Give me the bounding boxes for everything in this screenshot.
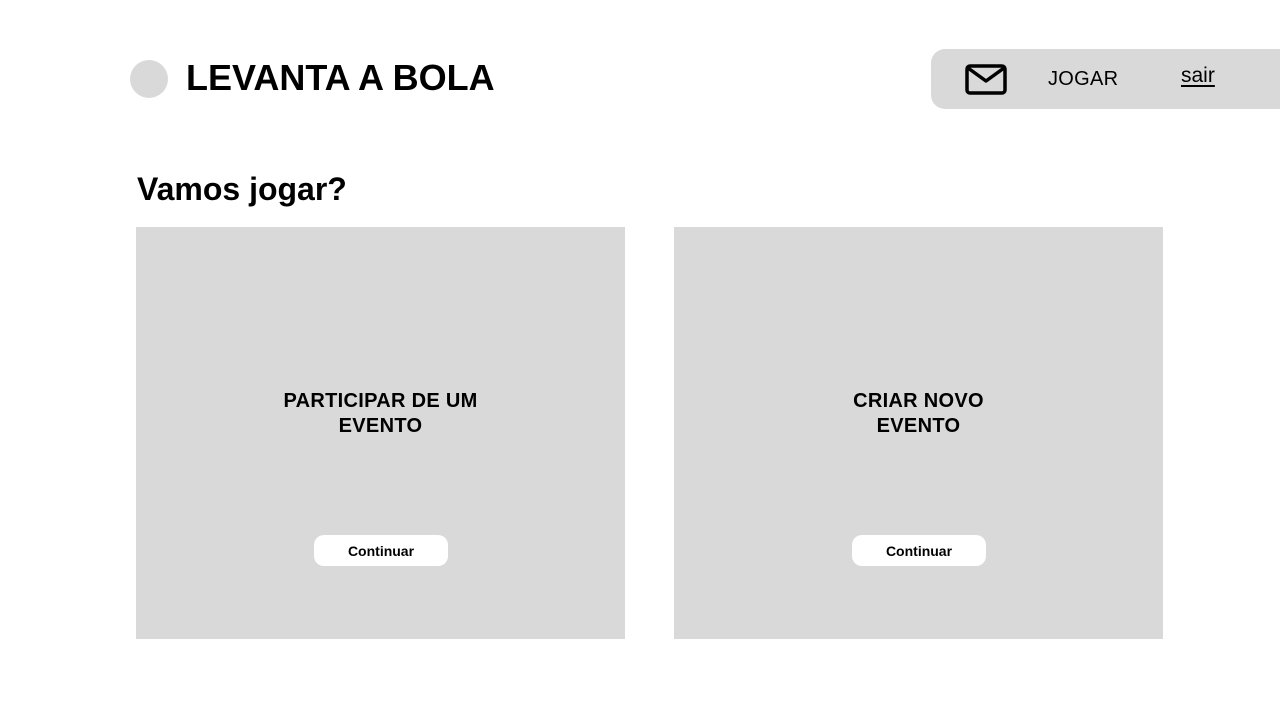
card-title: PARTICIPAR DE UM EVENTO xyxy=(283,390,478,437)
logout-link[interactable]: sair xyxy=(1181,65,1215,87)
circle-logo-icon xyxy=(130,60,168,98)
envelope-icon[interactable] xyxy=(965,64,1007,95)
create-event-continue-button[interactable]: Continuar xyxy=(852,535,986,566)
join-event-card: PARTICIPAR DE UM EVENTO Continuar xyxy=(136,227,625,639)
page: LEVANTA A BOLA JOGAR sair Vamos jogar? P… xyxy=(0,0,1280,720)
top-nav: JOGAR sair xyxy=(931,49,1280,109)
join-event-continue-button[interactable]: Continuar xyxy=(314,535,448,566)
page-title: Vamos jogar? xyxy=(137,171,347,207)
card-title: CRIAR NOVO EVENTO xyxy=(853,390,984,437)
nav-play-link[interactable]: JOGAR xyxy=(1048,68,1118,90)
brand-name: LEVANTA A BOLA xyxy=(186,57,495,98)
create-event-card: CRIAR NOVO EVENTO Continuar xyxy=(674,227,1163,639)
